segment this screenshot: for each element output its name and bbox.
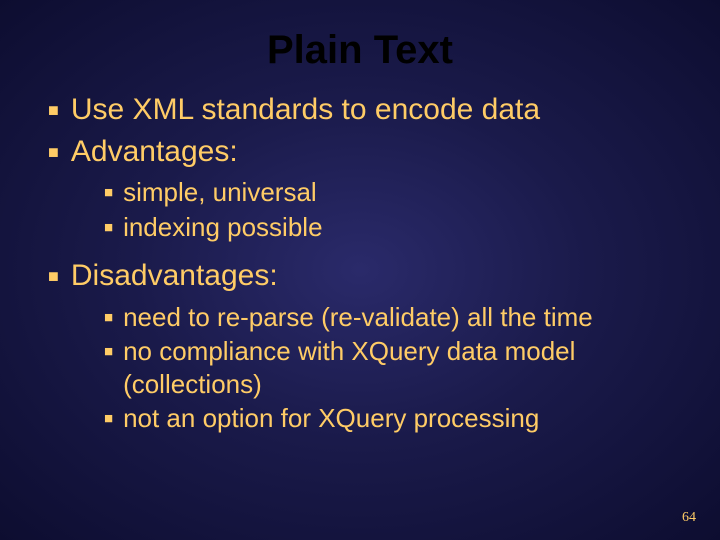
square-bullet-icon: ■ (104, 184, 113, 201)
bullet-level1: ■ Advantages: (48, 133, 680, 171)
sub-bullet-text: not an option for XQuery processing (123, 402, 539, 435)
bullet-text: Disadvantages: (71, 257, 278, 295)
sub-bullet-text: no compliance with XQuery data model (co… (123, 335, 680, 400)
sub-bullet-group: ■ simple, universal ■ indexing possible (48, 176, 680, 243)
sub-bullet-text: simple, universal (123, 176, 317, 209)
bullet-text: Use XML standards to encode data (71, 91, 540, 129)
slide: Plain Text ■ Use XML standards to encode… (0, 0, 720, 540)
sub-bullet-text: need to re-parse (re-validate) all the t… (123, 301, 593, 334)
bullet-level1: ■ Use XML standards to encode data (48, 91, 680, 129)
square-bullet-icon: ■ (104, 343, 113, 360)
square-bullet-icon: ■ (48, 100, 59, 121)
bullet-level2: ■ simple, universal (104, 176, 680, 209)
bullet-level2: ■ not an option for XQuery processing (104, 402, 680, 435)
bullet-text: Advantages: (71, 133, 238, 171)
square-bullet-icon: ■ (104, 309, 113, 326)
square-bullet-icon: ■ (104, 219, 113, 236)
square-bullet-icon: ■ (48, 142, 59, 163)
bullet-level2: ■ need to re-parse (re-validate) all the… (104, 301, 680, 334)
sub-bullet-text: indexing possible (123, 211, 322, 244)
page-number: 64 (682, 510, 696, 526)
bullet-level1: ■ Disadvantages: (48, 257, 680, 295)
bullet-level2: ■ indexing possible (104, 211, 680, 244)
bullet-level2: ■ no compliance with XQuery data model (… (104, 335, 680, 400)
square-bullet-icon: ■ (48, 266, 59, 287)
slide-content: ■ Use XML standards to encode data ■ Adv… (0, 91, 720, 435)
slide-title: Plain Text (0, 0, 720, 91)
sub-bullet-group: ■ need to re-parse (re-validate) all the… (48, 301, 680, 435)
square-bullet-icon: ■ (104, 410, 113, 427)
